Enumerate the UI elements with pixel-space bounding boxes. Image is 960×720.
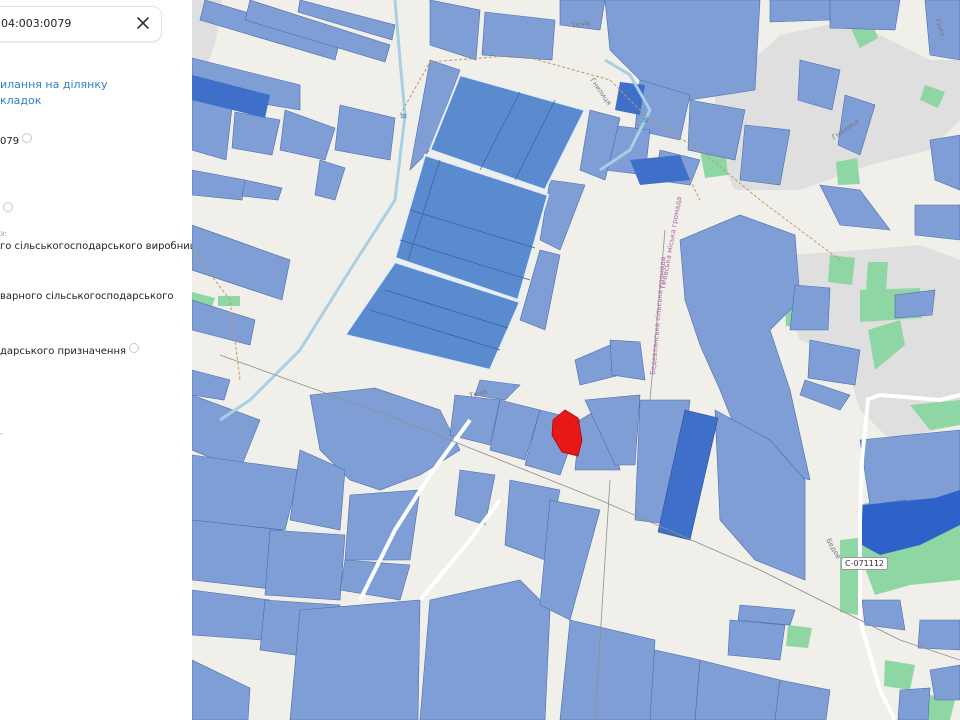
land-category-text: дарського призначення [0, 346, 127, 357]
bridge-icon: ≋ [400, 112, 408, 122]
bridge-icon: ≋ [642, 116, 650, 126]
purpose-label: э: [0, 229, 8, 238]
road-number-badge: С-071112 [841, 557, 889, 570]
info-icon[interactable] [22, 133, 33, 143]
cadastral-map[interactable]: ≋ ≋ Течів Течів Гнилиця Гнилиця Гнил Тяч… [192, 0, 960, 720]
search-input[interactable]: 04:003:0079 [1, 17, 71, 30]
cadastral-number: 079 [0, 133, 33, 147]
land-category: дарського призначення [0, 343, 140, 357]
info-icon[interactable] [3, 202, 13, 212]
close-icon[interactable] [131, 11, 155, 35]
search-box[interactable]: 04:003:0079 [0, 6, 162, 42]
area-info [0, 202, 13, 216]
dark-parcel[interactable] [630, 155, 690, 185]
info-icon[interactable] [129, 343, 140, 353]
map-canvas[interactable]: ≋ ≋ Течів Течів Гнилиця Гнилиця Гнил Тяч… [192, 0, 960, 720]
dash-mark: - [0, 429, 3, 438]
sidebar-panel: 04:003:0079 илання на ділянку кладок 079… [0, 0, 192, 720]
cadastral-number-text: 079 [0, 136, 20, 147]
bookmarks-link[interactable]: кладок [0, 94, 41, 107]
category-value: варного сільськогосподарського [0, 291, 174, 302]
parcel-link[interactable]: илання на ділянку [0, 78, 108, 91]
purpose-value: го сільськогосподарського виробництва [0, 241, 192, 252]
